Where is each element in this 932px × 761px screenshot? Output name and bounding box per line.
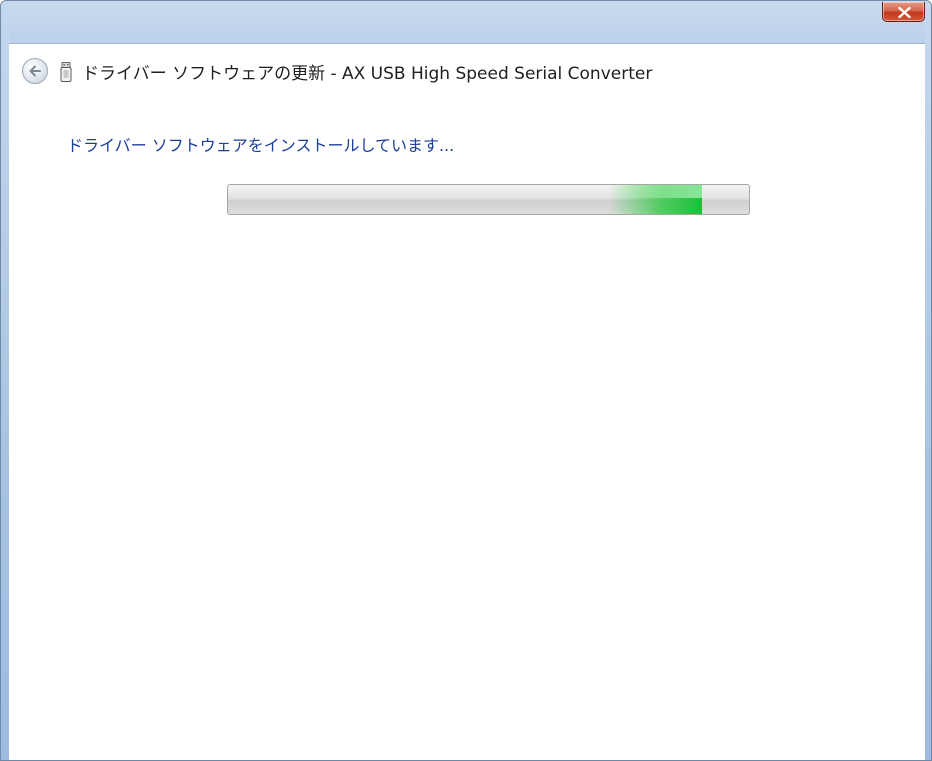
install-progress-bar (227, 184, 750, 215)
back-arrow-icon (29, 65, 41, 77)
driver-update-dialog: ドライバー ソフトウェアの更新 - AX USB High Speed Seri… (0, 0, 932, 761)
dialog-title: ドライバー ソフトウェアの更新 - AX USB High Speed Seri… (82, 64, 653, 84)
install-status-text: ドライバー ソフトウェアをインストールしています... (67, 136, 455, 155)
dialog-header: ドライバー ソフトウェアの更新 - AX USB High Speed Seri… (9, 43, 925, 105)
usb-device-icon (60, 62, 72, 82)
progress-marquee-highlight (608, 185, 702, 199)
window-frame-left (1, 1, 9, 760)
back-button[interactable] (22, 58, 48, 84)
window-frame-right (925, 1, 931, 760)
close-button[interactable] (882, 2, 925, 22)
dialog-content: ドライバー ソフトウェアをインストールしています... (9, 105, 925, 760)
close-icon (898, 7, 911, 18)
